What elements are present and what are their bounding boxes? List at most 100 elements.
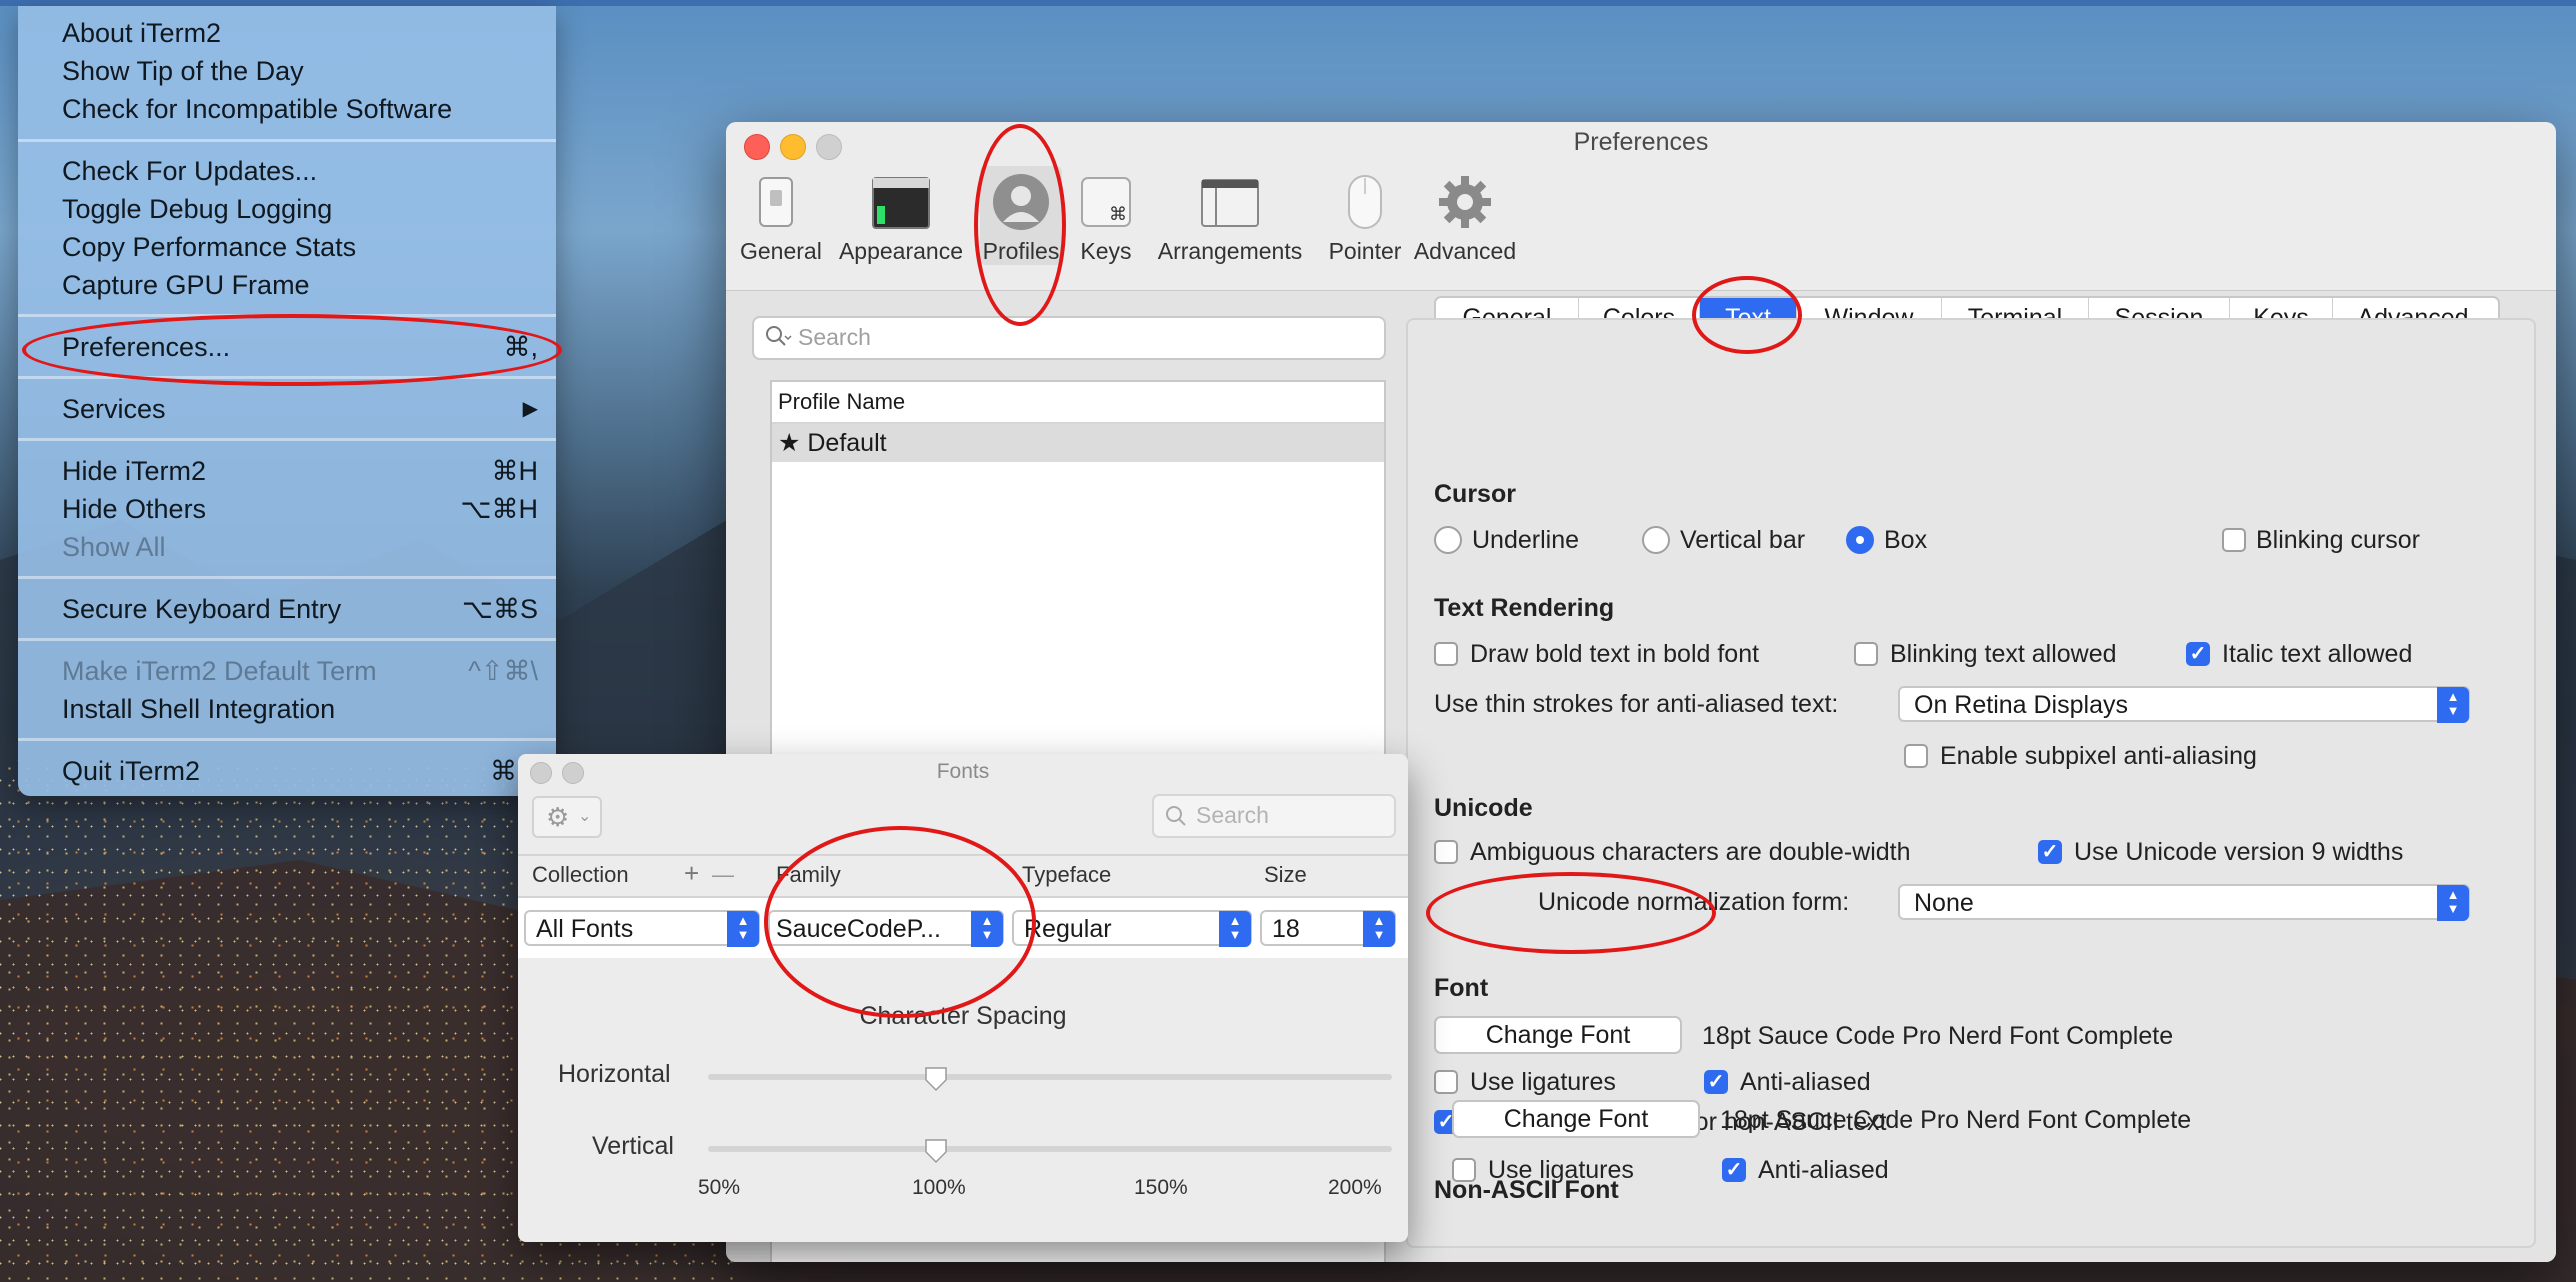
toolbar-label: General (740, 238, 822, 264)
menu-item-label: Install Shell Integration (62, 694, 336, 724)
vertical-spacing-label: Vertical (592, 1132, 674, 1160)
horizontal-spacing-knob[interactable] (924, 1066, 948, 1092)
menu-item-hide-iterm2[interactable]: Hide iTerm2 ⌘H (62, 452, 540, 490)
blinking-text-label: Blinking text allowed (1890, 640, 2117, 668)
bold-font-checkbox[interactable] (1434, 642, 1458, 666)
stepper-arrows-icon: ▲ ▼ (971, 911, 1003, 947)
ambiguous-width-label: Ambiguous characters are double-width (1470, 838, 1911, 866)
cursor-underline-radio[interactable] (1434, 526, 1462, 554)
menu-item-hide-others[interactable]: Hide Others ⌥⌘H (62, 490, 540, 528)
menu-item-secure-keyboard[interactable]: Secure Keyboard Entry ⌥⌘S (62, 590, 540, 628)
use-ligatures-checkbox[interactable] (1434, 1070, 1458, 1094)
thin-strokes-select[interactable]: On Retina Displays ▲ ▼ (1898, 686, 2470, 723)
menu-item-preferences[interactable]: Preferences... ⌘, (62, 328, 540, 366)
anti-aliased-checkbox[interactable]: ✓ (1704, 1070, 1728, 1094)
profile-row-default[interactable]: ★ Default (772, 424, 1384, 462)
person-icon (991, 172, 1051, 232)
menu-shortcut: ⌥⌘H (460, 494, 538, 524)
menu-shortcut: ⌘, (503, 332, 538, 362)
search-icon (1166, 806, 1186, 826)
normalization-select[interactable]: None ▲ ▼ (1898, 884, 2470, 921)
add-collection-button[interactable]: + (684, 858, 699, 889)
menu-item-check-incompatible[interactable]: Check for Incompatible Software (62, 90, 540, 128)
menu-item-check-updates[interactable]: Check For Updates... (62, 152, 540, 190)
menu-item-capture-gpu[interactable]: Capture GPU Frame (62, 266, 540, 304)
fonts-action-menu[interactable]: ⚙ ⌄ (532, 796, 602, 838)
cursor-box-radio[interactable] (1846, 526, 1874, 554)
scale-label-200: 200% (1328, 1176, 1382, 1199)
toolbar-keys[interactable]: ⌘ Keys (1076, 172, 1136, 265)
toolbar-arrangements[interactable]: Arrangements (1154, 172, 1306, 265)
blinking-cursor-checkbox[interactable] (2222, 528, 2246, 552)
toolbar-appearance[interactable]: Appearance (836, 172, 966, 265)
menu-item-label: Show Tip of the Day (62, 56, 304, 86)
italic-text-checkbox[interactable]: ✓ (2186, 642, 2210, 666)
text-rendering-heading: Text Rendering (1434, 594, 1615, 622)
character-spacing-heading: Character Spacing (859, 1002, 1067, 1030)
unicode-v9-checkbox[interactable]: ✓ (2038, 840, 2062, 864)
toolbar-pointer[interactable]: Pointer (1322, 172, 1408, 265)
fonts-selection-row: All Fonts ▲ ▼ SauceCodeP... ▲ ▼ Regular ▲ ▼… (518, 898, 1408, 958)
profile-list-header[interactable]: Profile Name (772, 382, 1384, 424)
switch-icon (746, 172, 806, 232)
menu-item-label: Preferences... (62, 332, 231, 362)
collection-select[interactable]: All Fonts ▲ ▼ (524, 910, 760, 947)
non-ascii-anti-aliased-label: Anti-aliased (1758, 1156, 1889, 1184)
typeface-select[interactable]: Regular ▲ ▼ (1012, 910, 1252, 947)
menu-separator (18, 438, 556, 441)
menu-item-label: About iTerm2 (62, 18, 222, 48)
toolbar-label: Pointer (1328, 238, 1402, 264)
menu-item-make-default-term: Make iTerm2 Default Term ^⇧⌘\ (62, 652, 540, 690)
menu-item-label: Services (62, 394, 166, 424)
ambiguous-width-checkbox[interactable] (1434, 840, 1458, 864)
remove-collection-button[interactable]: — (712, 862, 734, 888)
use-ligatures-label: Use ligatures (1470, 1068, 1616, 1096)
size-select[interactable]: 18 ▲ ▼ (1260, 910, 1396, 947)
menu-item-install-shell-integration[interactable]: Install Shell Integration (62, 690, 540, 728)
typeface-column-header: Typeface (1022, 862, 1112, 887)
menu-item-label: Show All (62, 532, 166, 562)
non-ascii-change-font-button[interactable]: Change Font (1452, 1100, 1700, 1138)
iterm2-app-menu: About iTerm2 Show Tip of the Day Check f… (18, 6, 556, 796)
blinking-text-checkbox[interactable] (1854, 642, 1878, 666)
collection-column-header: Collection (532, 862, 629, 887)
menu-separator (18, 576, 556, 579)
menu-item-services[interactable]: Services ▶ (62, 390, 540, 428)
vertical-spacing-knob[interactable] (924, 1138, 948, 1164)
non-ascii-ligatures-checkbox[interactable] (1452, 1158, 1476, 1182)
arrangement-icon (1200, 172, 1260, 232)
non-ascii-anti-aliased-checkbox[interactable]: ✓ (1722, 1158, 1746, 1182)
command-key-icon: ⌘ (1076, 172, 1136, 232)
menu-item-quit[interactable]: Quit iTerm2 ⌘Q (62, 752, 540, 790)
family-select[interactable]: SauceCodeP... ▲ ▼ (768, 910, 1004, 947)
menu-item-copy-perf-stats[interactable]: Copy Performance Stats (62, 228, 540, 266)
size-column-header: Size (1264, 862, 1307, 887)
cursor-vertical-bar-radio[interactable] (1642, 526, 1670, 554)
menu-item-show-tip[interactable]: Show Tip of the Day (62, 52, 540, 90)
menu-item-label: Check for Incompatible Software (62, 94, 453, 124)
select-value: On Retina Displays (1914, 691, 2128, 719)
menu-item-show-all: Show All (62, 528, 540, 566)
subpixel-checkbox[interactable] (1904, 744, 1928, 768)
fonts-panel-title: Fonts (936, 760, 990, 783)
menu-item-toggle-debug[interactable]: Toggle Debug Logging (62, 190, 540, 228)
svg-text:⌘: ⌘ (1109, 204, 1127, 225)
gear-icon: ⚙ (546, 802, 570, 832)
menu-item-about[interactable]: About iTerm2 (62, 14, 540, 52)
fonts-search-field[interactable]: Search (1152, 794, 1396, 838)
change-font-button[interactable]: Change Font (1434, 1016, 1682, 1054)
menu-item-label: Check For Updates... (62, 156, 318, 186)
select-value: Regular (1024, 915, 1112, 943)
italic-text-label: Italic text allowed (2222, 640, 2413, 668)
fonts-column-headers: Collection + — Family Typeface Size (518, 854, 1408, 898)
menu-separator (18, 139, 556, 142)
anti-aliased-label: Anti-aliased (1740, 1068, 1871, 1096)
toolbar-general[interactable]: General (740, 172, 822, 265)
toolbar-profiles[interactable]: Profiles (980, 166, 1062, 265)
toolbar-advanced[interactable]: Advanced (1410, 172, 1520, 265)
profile-search-field[interactable]: Search (752, 316, 1386, 360)
horizontal-spacing-track[interactable] (708, 1074, 1392, 1080)
vertical-spacing-track[interactable] (708, 1146, 1392, 1152)
select-value: SauceCodeP... (776, 915, 941, 943)
chevron-down-icon: ⌄ (578, 808, 592, 825)
